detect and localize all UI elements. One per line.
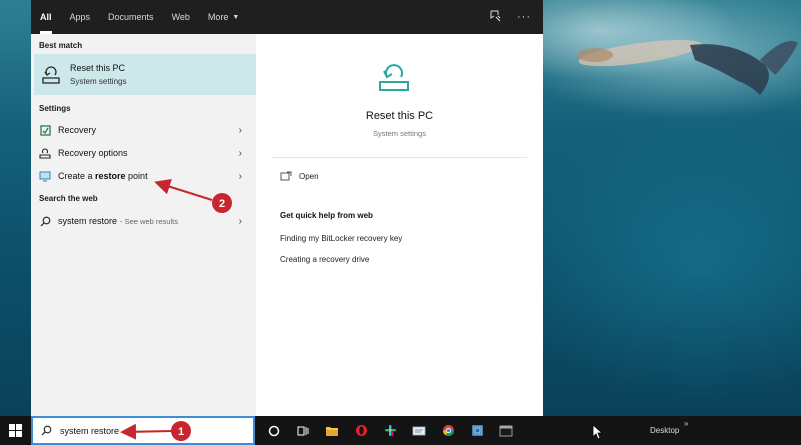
recovery-options-icon xyxy=(39,147,51,159)
open-label: Open xyxy=(299,171,319,181)
monitor-icon xyxy=(39,170,51,182)
recovery-icon xyxy=(39,124,51,136)
chevron-right-icon[interactable]: › xyxy=(239,148,242,159)
web-result-item[interactable]: system restore - See web results › xyxy=(31,210,256,232)
tab-label: All xyxy=(40,12,52,22)
label-highlight: restore xyxy=(95,171,126,181)
label-part: Create a xyxy=(58,171,96,181)
web-result-sub: - See web results xyxy=(120,216,178,226)
divider xyxy=(272,157,527,158)
preview-title: Reset this PC xyxy=(365,110,434,122)
tab-web[interactable]: Web xyxy=(163,0,199,34)
tab-label: More xyxy=(207,12,229,22)
open-action[interactable]: Open xyxy=(280,171,319,181)
chevron-right-icon[interactable]: › xyxy=(239,171,242,182)
web-result-label: system restore xyxy=(58,216,118,226)
feedback-icon[interactable] xyxy=(489,10,501,24)
chevron-right-icon[interactable]: › xyxy=(239,216,242,227)
virtualbox-icon[interactable] xyxy=(466,420,488,442)
settings-item-label: Create a restore point xyxy=(58,171,148,181)
best-match-subtitle: System settings xyxy=(70,77,127,86)
open-icon xyxy=(280,171,292,181)
taskbar: Desktop » xyxy=(0,416,801,445)
settings-item-create-restore-point[interactable]: Create a restore point › xyxy=(31,165,256,187)
search-tabs-bar: All Apps Documents Web More ▼ ··· xyxy=(31,0,543,34)
label-part: point xyxy=(125,171,148,181)
settings-item-label: Recovery options xyxy=(58,148,128,158)
reset-pc-icon xyxy=(42,65,60,84)
desktop-label: Desktop xyxy=(650,426,680,435)
mouse-cursor-icon xyxy=(592,424,604,440)
start-menu: All Apps Documents Web More ▼ ··· Best ma… xyxy=(31,0,543,416)
preview-subtitle: System settings xyxy=(373,129,426,138)
search-icon xyxy=(39,215,51,227)
tab-all[interactable]: All xyxy=(31,0,61,34)
swimmer-image xyxy=(577,39,798,95)
chevron-right-icon[interactable]: › xyxy=(239,125,242,136)
tab-more[interactable]: More ▼ xyxy=(199,0,248,34)
chrome-icon[interactable] xyxy=(437,420,459,442)
windows-logo-icon xyxy=(9,424,22,437)
help-link-recovery-drive[interactable]: Creating a recovery drive xyxy=(280,255,369,264)
best-match-heading: Best match xyxy=(39,41,83,50)
task-view-icon[interactable] xyxy=(292,420,314,442)
best-match-item[interactable]: Reset this PC System settings xyxy=(34,54,256,95)
web-heading: Search the web xyxy=(39,194,98,203)
settings-item-label: Recovery xyxy=(58,125,97,135)
taskbar-search-box[interactable] xyxy=(31,416,255,445)
file-explorer-icon[interactable] xyxy=(321,420,343,442)
opera-icon[interactable] xyxy=(350,420,372,442)
mail-app-icon[interactable] xyxy=(408,420,430,442)
tab-apps[interactable]: Apps xyxy=(61,0,100,34)
preview-pane: Reset this PC System settings Open Get q… xyxy=(256,34,543,416)
best-match-title: Reset this PC xyxy=(70,63,126,73)
desktop-toolbar[interactable]: Desktop » xyxy=(650,416,688,445)
chevron-down-icon: ▼ xyxy=(232,13,240,21)
overflow-chevron-icon[interactable]: » xyxy=(684,419,688,428)
cortana-icon[interactable] xyxy=(263,420,285,442)
terminal-icon[interactable] xyxy=(495,420,517,442)
help-link-bitlocker[interactable]: Finding my BitLocker recovery key xyxy=(280,234,402,243)
results-list: Best match Reset this PC System settings… xyxy=(31,34,256,416)
start-button[interactable] xyxy=(0,416,31,445)
tab-label: Web xyxy=(171,12,190,22)
search-input[interactable] xyxy=(60,425,240,436)
reset-pc-large-icon xyxy=(379,64,409,91)
quick-help-heading: Get quick help from web xyxy=(280,211,373,220)
settings-item-recovery[interactable]: Recovery › xyxy=(31,119,256,141)
tab-documents[interactable]: Documents xyxy=(99,0,163,34)
slack-icon[interactable] xyxy=(379,420,401,442)
settings-item-recovery-options[interactable]: Recovery options › xyxy=(31,142,256,164)
more-options-icon[interactable]: ··· xyxy=(517,11,531,23)
tab-label: Apps xyxy=(69,12,91,22)
search-icon xyxy=(41,425,52,436)
tab-label: Documents xyxy=(108,12,154,22)
settings-heading: Settings xyxy=(39,104,71,113)
